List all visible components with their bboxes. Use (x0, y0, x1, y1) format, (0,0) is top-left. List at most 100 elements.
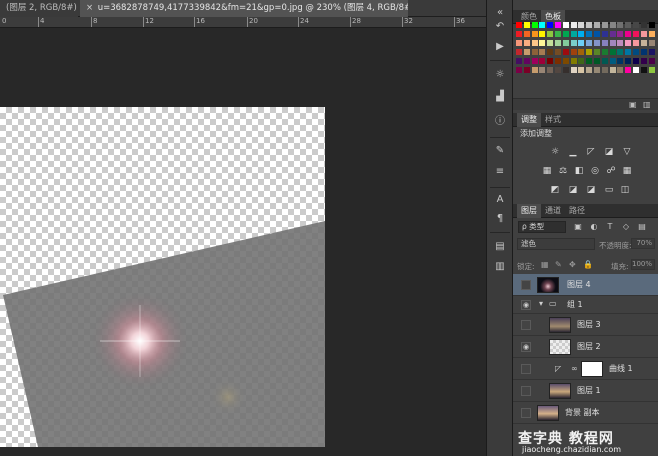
layer-row[interactable]: 背景 副本 (513, 402, 658, 424)
color-swatch[interactable] (648, 31, 655, 37)
color-swatch[interactable] (523, 67, 530, 73)
vibrance-icon[interactable]: ▽ (621, 147, 633, 157)
exposure-icon[interactable]: ◪ (603, 147, 615, 157)
color-swatch[interactable] (633, 22, 639, 28)
color-swatch[interactable] (609, 40, 616, 46)
color-swatch[interactable] (547, 67, 554, 73)
color-swatch[interactable] (516, 22, 522, 28)
color-swatch[interactable] (633, 49, 639, 55)
color-swatch[interactable] (547, 22, 554, 28)
color-swatch[interactable] (539, 49, 546, 55)
histogram-icon[interactable]: ▟ (492, 90, 508, 104)
black-white-icon[interactable]: ◧ (573, 166, 585, 176)
color-swatch[interactable] (640, 67, 647, 73)
color-swatch[interactable] (594, 40, 600, 46)
color-swatch[interactable] (547, 31, 554, 37)
color-swatch[interactable] (586, 40, 593, 46)
paragraph-icon[interactable]: ¶ (492, 212, 508, 226)
color-swatch[interactable] (547, 58, 554, 64)
color-swatch[interactable] (523, 58, 530, 64)
color-swatch[interactable] (562, 31, 569, 37)
color-swatch[interactable] (539, 58, 546, 64)
history-icon[interactable]: ↶ (492, 20, 508, 34)
eye-icon[interactable] (521, 408, 531, 418)
color-swatch[interactable] (601, 22, 608, 28)
new-swatch-icon[interactable]: ▣ (629, 100, 637, 109)
color-swatch[interactable] (516, 58, 522, 64)
color-swatch[interactable] (578, 49, 585, 55)
color-swatch[interactable] (570, 31, 577, 37)
color-swatch[interactable] (640, 31, 647, 37)
curves-icon[interactable]: ◸ (585, 147, 597, 157)
color-swatch[interactable] (594, 58, 600, 64)
layer-mask-thumbnail[interactable] (581, 361, 603, 377)
color-swatch[interactable] (570, 67, 577, 73)
color-swatch[interactable] (601, 49, 608, 55)
color-swatch[interactable] (648, 22, 655, 28)
brightness-icon[interactable]: ☼ (492, 68, 508, 82)
eye-icon[interactable]: ◉ (521, 342, 531, 352)
color-swatch[interactable] (609, 31, 616, 37)
color-swatch[interactable] (640, 22, 647, 28)
color-swatch[interactable] (601, 58, 608, 64)
color-swatch[interactable] (586, 31, 593, 37)
swatch-grid[interactable] (516, 22, 658, 88)
color-swatch[interactable] (578, 58, 585, 64)
adjustment-filter-icon[interactable]: ◐ (589, 221, 599, 233)
gradient-map-icon[interactable]: ▭ (603, 185, 615, 195)
color-swatch[interactable] (523, 31, 530, 37)
color-swatch[interactable] (555, 58, 561, 64)
color-swatch[interactable] (625, 49, 632, 55)
color-swatch[interactable] (648, 40, 655, 46)
color-swatch[interactable] (586, 58, 593, 64)
color-swatch[interactable] (570, 40, 577, 46)
color-lookup-icon[interactable]: ▦ (621, 166, 633, 176)
color-swatch[interactable] (547, 40, 554, 46)
tab-paths[interactable]: 路径 (565, 204, 589, 218)
color-swatch[interactable] (609, 22, 616, 28)
eye-icon[interactable]: ◉ (521, 300, 531, 310)
photo-filter-icon[interactable]: ◎ (589, 166, 601, 176)
color-swatch[interactable] (609, 49, 616, 55)
color-swatch[interactable] (586, 67, 593, 73)
color-swatch[interactable] (562, 22, 569, 28)
link-icon[interactable]: ∞ (571, 364, 578, 373)
type-filter-icon[interactable]: T (605, 221, 615, 233)
color-swatch[interactable] (547, 49, 554, 55)
color-swatch[interactable] (625, 22, 632, 28)
color-swatch[interactable] (578, 31, 585, 37)
levels-icon[interactable]: ▁ (567, 147, 579, 157)
color-swatch[interactable] (555, 67, 561, 73)
color-swatch[interactable] (625, 31, 632, 37)
color-swatch[interactable] (531, 67, 538, 73)
color-swatch[interactable] (562, 58, 569, 64)
eye-icon[interactable] (521, 364, 531, 374)
color-swatch[interactable] (617, 49, 624, 55)
color-swatch[interactable] (617, 58, 624, 64)
color-swatch[interactable] (570, 22, 577, 28)
opacity-field[interactable]: 70% (631, 238, 655, 249)
color-swatch[interactable] (539, 22, 546, 28)
color-swatch[interactable] (516, 67, 522, 73)
info-icon[interactable]: ⓘ (492, 115, 508, 129)
color-swatch[interactable] (601, 31, 608, 37)
color-swatch[interactable] (633, 58, 639, 64)
color-swatch[interactable] (594, 31, 600, 37)
layer-row[interactable]: 图层 4 (513, 274, 658, 296)
color-swatch[interactable] (539, 31, 546, 37)
layer-comps-icon[interactable]: ▤ (492, 240, 508, 254)
tab-adjustments[interactable]: 调整 (517, 113, 541, 127)
sliders-icon[interactable]: ≡ (492, 165, 508, 179)
group-row[interactable]: ◉ ▾ ▭ 组 1 (513, 296, 658, 314)
color-swatch[interactable] (625, 67, 632, 73)
color-swatch[interactable] (640, 40, 647, 46)
lock-transparent-icon[interactable]: ▦ (541, 260, 549, 269)
color-swatch[interactable] (617, 31, 624, 37)
color-swatch[interactable] (562, 49, 569, 55)
tab-layer2[interactable]: (图层 2, RGB/8#) * (0, 0, 78, 17)
color-swatch[interactable] (539, 40, 546, 46)
color-swatch[interactable] (531, 49, 538, 55)
smart-object-filter-icon[interactable]: ▤ (637, 221, 647, 233)
brush-icon[interactable]: ✎ (492, 144, 508, 158)
color-swatch[interactable] (633, 31, 639, 37)
